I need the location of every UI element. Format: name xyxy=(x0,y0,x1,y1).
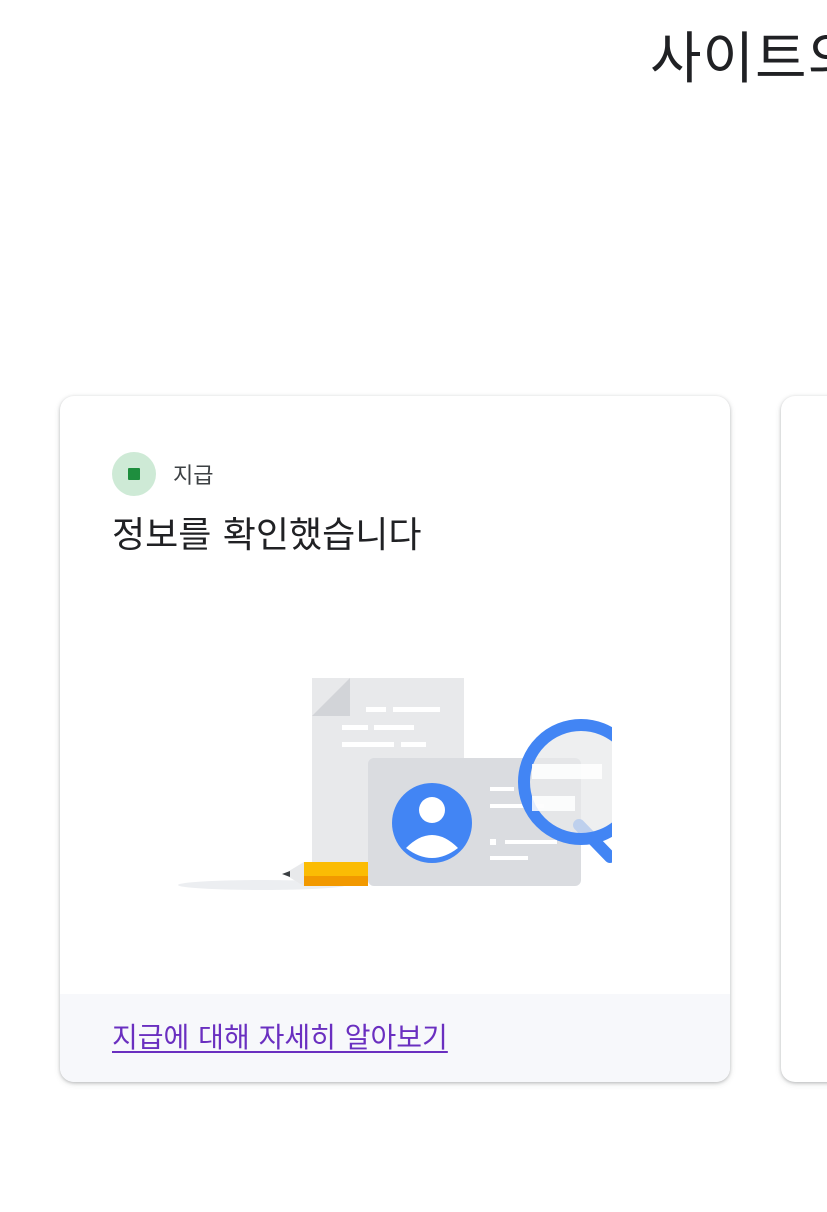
next-card-partial xyxy=(781,396,827,1082)
green-status-dot-icon xyxy=(112,452,156,496)
page-title: 사이트의 xyxy=(650,27,827,92)
payments-status-card: 지급 정보를 확인했습니다 지급에 대해 자세히 알아보기 xyxy=(60,396,730,1082)
status-label: 지급 xyxy=(173,464,214,489)
status-square xyxy=(128,468,140,480)
document-id-card-magnifier-illustration xyxy=(178,678,612,890)
page: 사이트의 지급 정보를 확인했습니다 xyxy=(0,0,827,1212)
learn-more-link[interactable]: 지급에 대해 자세히 알아보기 xyxy=(112,1018,448,1058)
status-row: 지급 xyxy=(112,452,213,496)
card-headline: 정보를 확인했습니다 xyxy=(112,515,422,556)
card-footer: 지급에 대해 자세히 알아보기 xyxy=(60,994,730,1082)
